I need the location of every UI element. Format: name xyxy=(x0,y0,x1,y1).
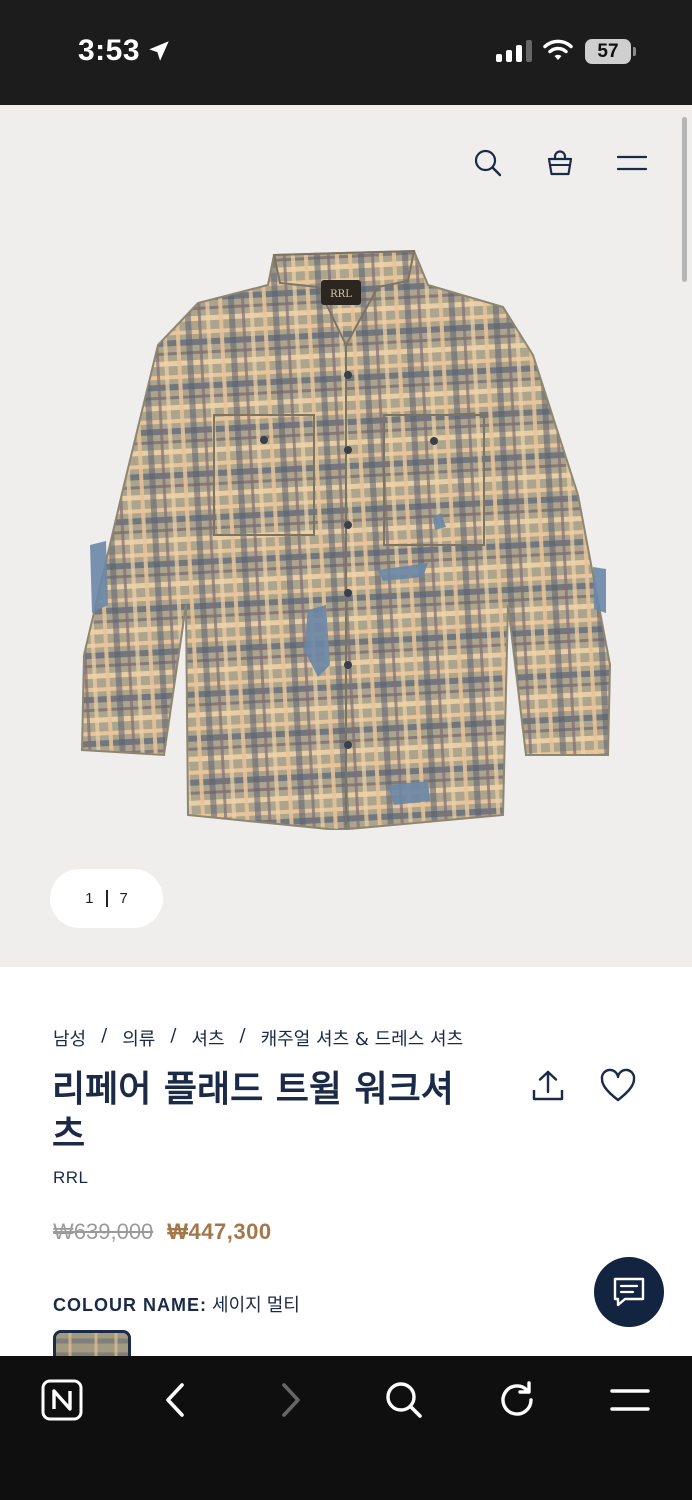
breadcrumb-item-men[interactable]: 남성 xyxy=(53,1025,86,1051)
chat-icon xyxy=(613,1277,645,1307)
menu-icon[interactable] xyxy=(608,1378,652,1422)
gallery-counter: 1 7 xyxy=(50,869,163,928)
price-block: ₩639,000 ₩447,300 xyxy=(53,1219,272,1245)
shopping-bag-icon[interactable] xyxy=(544,147,576,179)
product-title: 리페어 플래드 트윌 워크셔츠 xyxy=(52,1068,454,1155)
breadcrumb-separator: / xyxy=(170,1025,177,1046)
product-image: RRL xyxy=(80,249,612,830)
search-icon[interactable] xyxy=(382,1378,426,1422)
wifi-icon xyxy=(543,38,573,66)
breadcrumb-item-casual-dress-shirts[interactable]: 캐주얼 셔츠 & 드레스 셔츠 xyxy=(261,1025,464,1051)
menu-icon[interactable] xyxy=(616,147,648,179)
naver-n-icon[interactable] xyxy=(40,1378,84,1422)
breadcrumb-separator: / xyxy=(239,1025,246,1046)
product-gallery[interactable]: RRL 1 7 xyxy=(0,105,692,967)
breadcrumb-separator: / xyxy=(101,1025,108,1046)
product-brand[interactable]: RRL xyxy=(53,1168,89,1188)
search-icon[interactable] xyxy=(472,147,504,179)
location-arrow-icon xyxy=(146,38,172,68)
forward-arrow-icon[interactable] xyxy=(268,1378,312,1422)
refresh-icon[interactable] xyxy=(495,1378,539,1422)
breadcrumb-item-shirts[interactable]: 셔츠 xyxy=(191,1025,224,1051)
back-arrow-icon[interactable] xyxy=(154,1378,198,1422)
status-bar: 3:53 57 xyxy=(0,0,692,105)
breadcrumb: 남성 / 의류 / 셔츠 / 캐주얼 셔츠 & 드레스 셔츠 xyxy=(53,1025,463,1051)
svg-text:RRL: RRL xyxy=(330,289,352,300)
gallery-counter-separator xyxy=(105,890,108,907)
browser-toolbar xyxy=(0,1356,692,1500)
colour-name: COLOUR NAME: 세이지 멀티 xyxy=(53,1291,300,1317)
gallery-counter-current: 1 xyxy=(85,890,94,907)
cellular-signal-icon xyxy=(496,40,532,62)
battery-indicator: 57 xyxy=(585,39,636,64)
breadcrumb-item-clothing[interactable]: 의류 xyxy=(122,1025,155,1051)
colour-swatch-selected[interactable] xyxy=(53,1330,131,1356)
colour-label: COLOUR NAME: xyxy=(53,1295,207,1315)
sale-price: ₩447,300 xyxy=(167,1219,272,1244)
web-page: RRL 1 7 남성 / 의류 / 셔츠 / 캐주얼 셔츠 & 드레스 셔츠 리… xyxy=(0,105,692,1356)
status-time: 3:53 xyxy=(78,34,141,67)
share-icon[interactable] xyxy=(530,1068,566,1108)
site-header-icons xyxy=(472,147,648,179)
chat-button[interactable] xyxy=(594,1257,664,1327)
original-price: ₩639,000 xyxy=(53,1219,154,1244)
product-actions xyxy=(530,1068,637,1108)
gallery-counter-total: 7 xyxy=(119,890,128,907)
colour-value: 세이지 멀티 xyxy=(212,1295,300,1315)
page-scrollbar[interactable] xyxy=(682,117,687,282)
heart-icon[interactable] xyxy=(599,1068,637,1108)
